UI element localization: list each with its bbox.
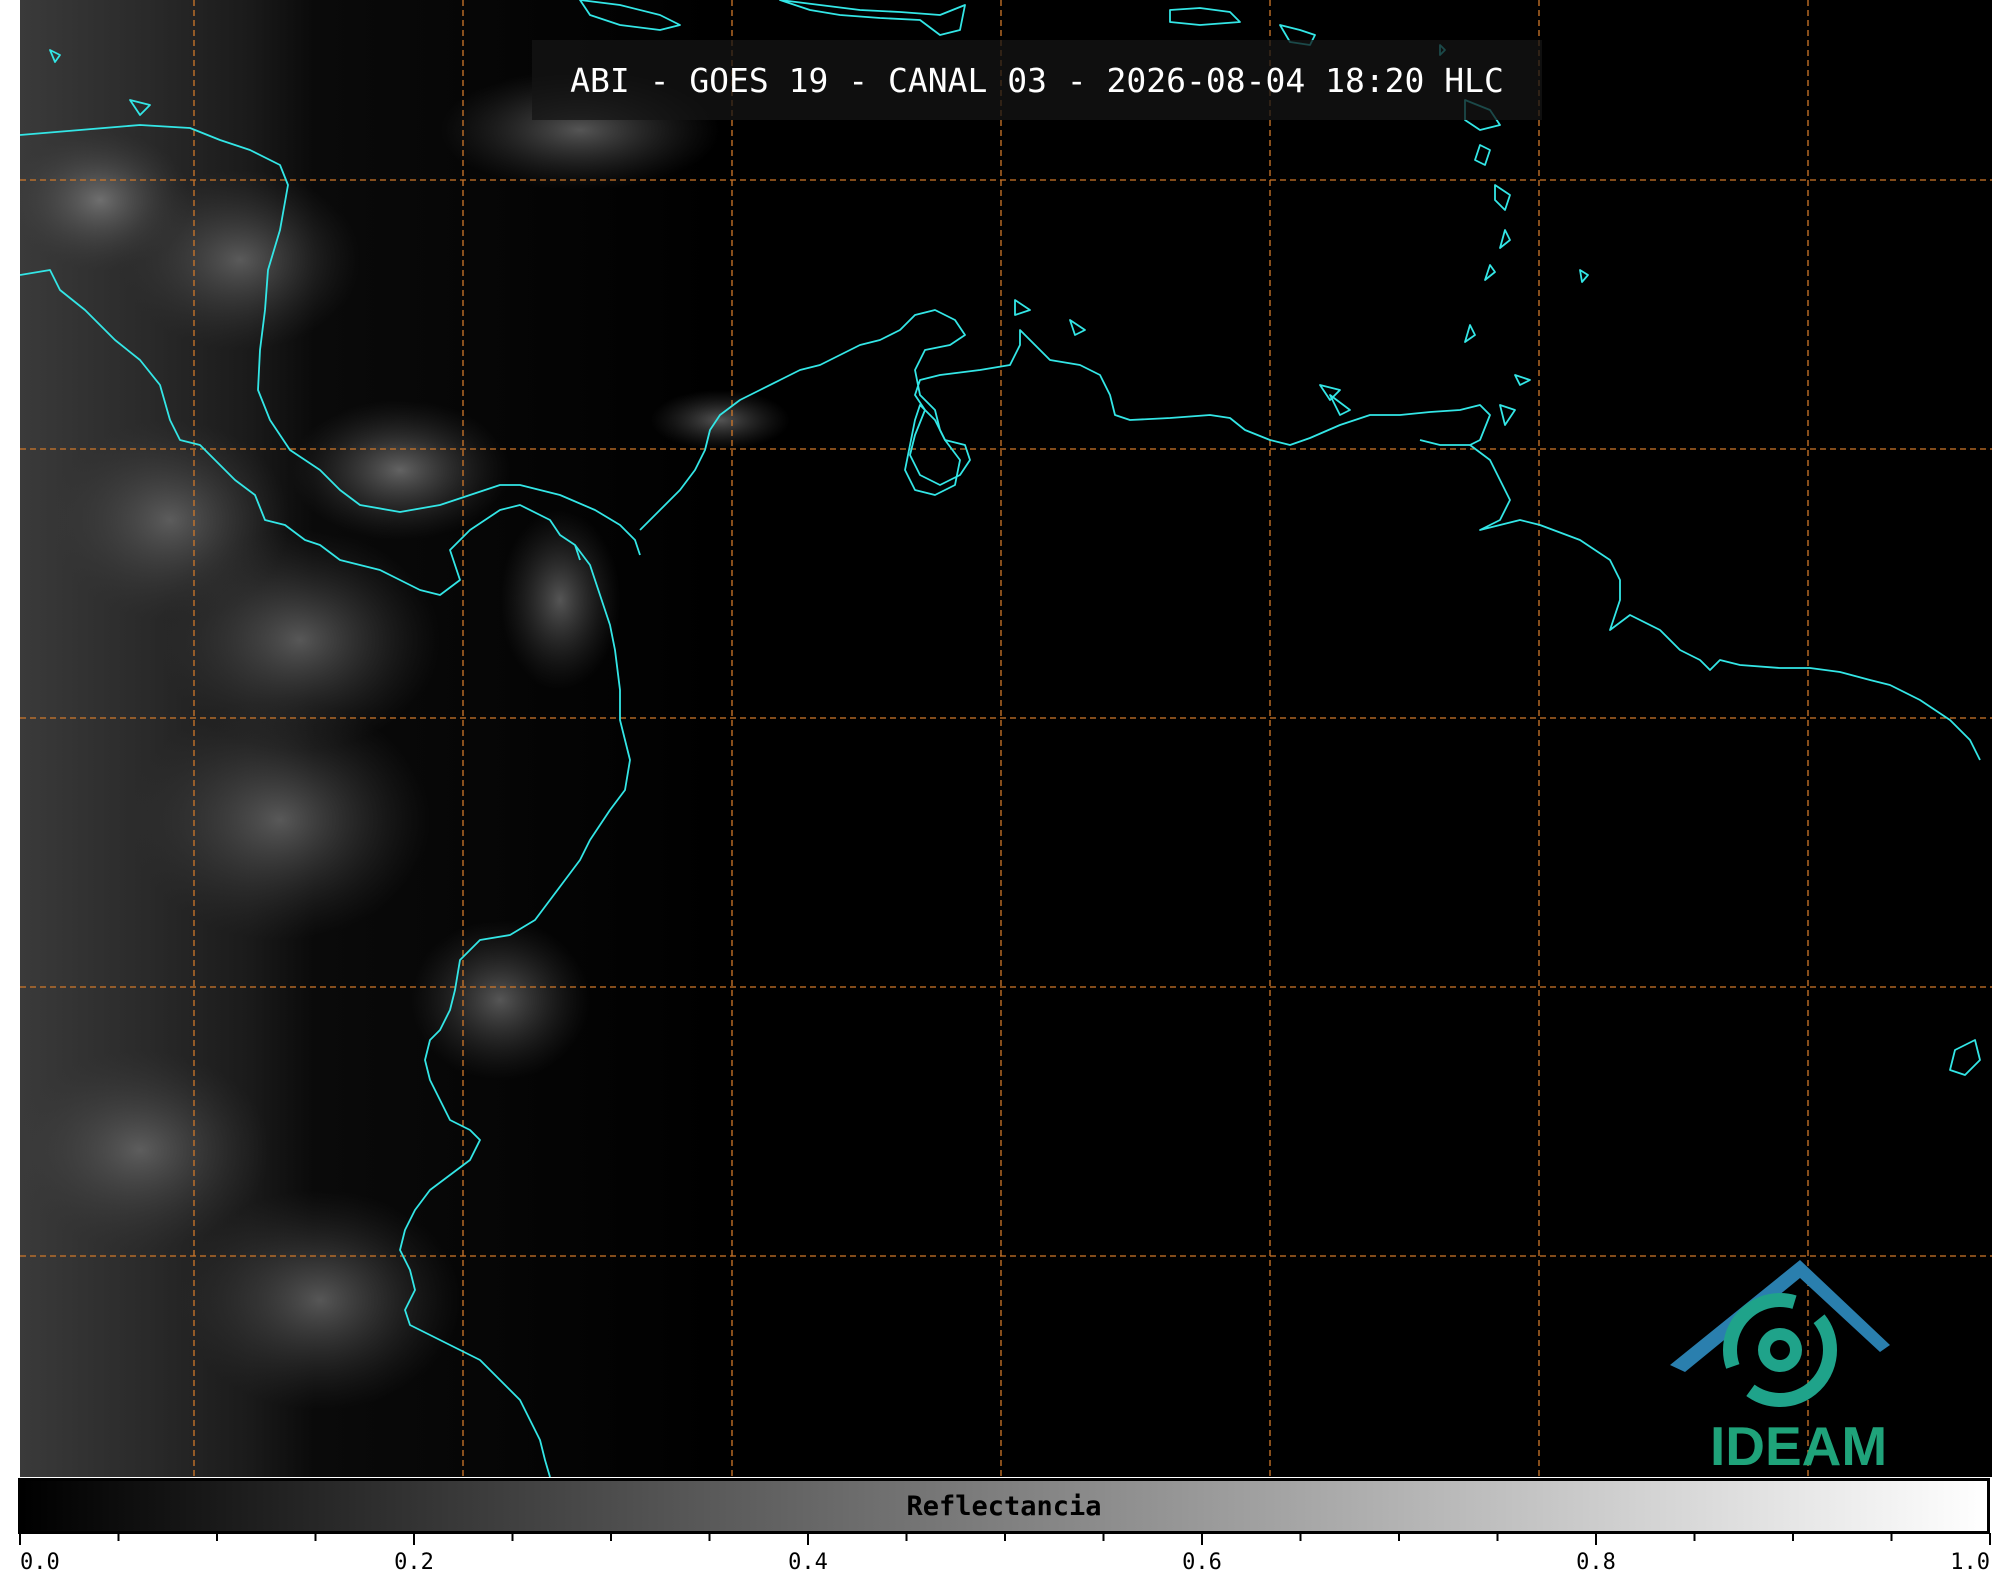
colorbar-tick-label: 1.0 <box>1950 1550 1990 1575</box>
title-box: ABI - GOES 19 - CANAL 03 - 2026-08-04 18… <box>532 40 1542 120</box>
map-title: ABI - GOES 19 - CANAL 03 - 2026-08-04 18… <box>570 60 1504 100</box>
colorbar-ticks: 0.0 0.2 0.4 0.6 0.8 1.0 <box>19 1533 1991 1575</box>
colorbar-label: Reflectancia <box>906 1490 1102 1522</box>
logo-text: IDEAM <box>1710 1415 1887 1477</box>
colorbar-tick-label: 0.2 <box>394 1550 434 1575</box>
colorbar-tick-label: 0.4 <box>788 1550 828 1575</box>
satellite-map: IDEAM <box>20 0 1992 1477</box>
colorbar-label-wrap: Reflectancia <box>18 1478 1990 1534</box>
colorbar-tick-label: 0.6 <box>1182 1550 1222 1575</box>
colorbar-tick-label: 0.0 <box>20 1550 60 1575</box>
colorbar-tick-label: 0.8 <box>1576 1550 1616 1575</box>
